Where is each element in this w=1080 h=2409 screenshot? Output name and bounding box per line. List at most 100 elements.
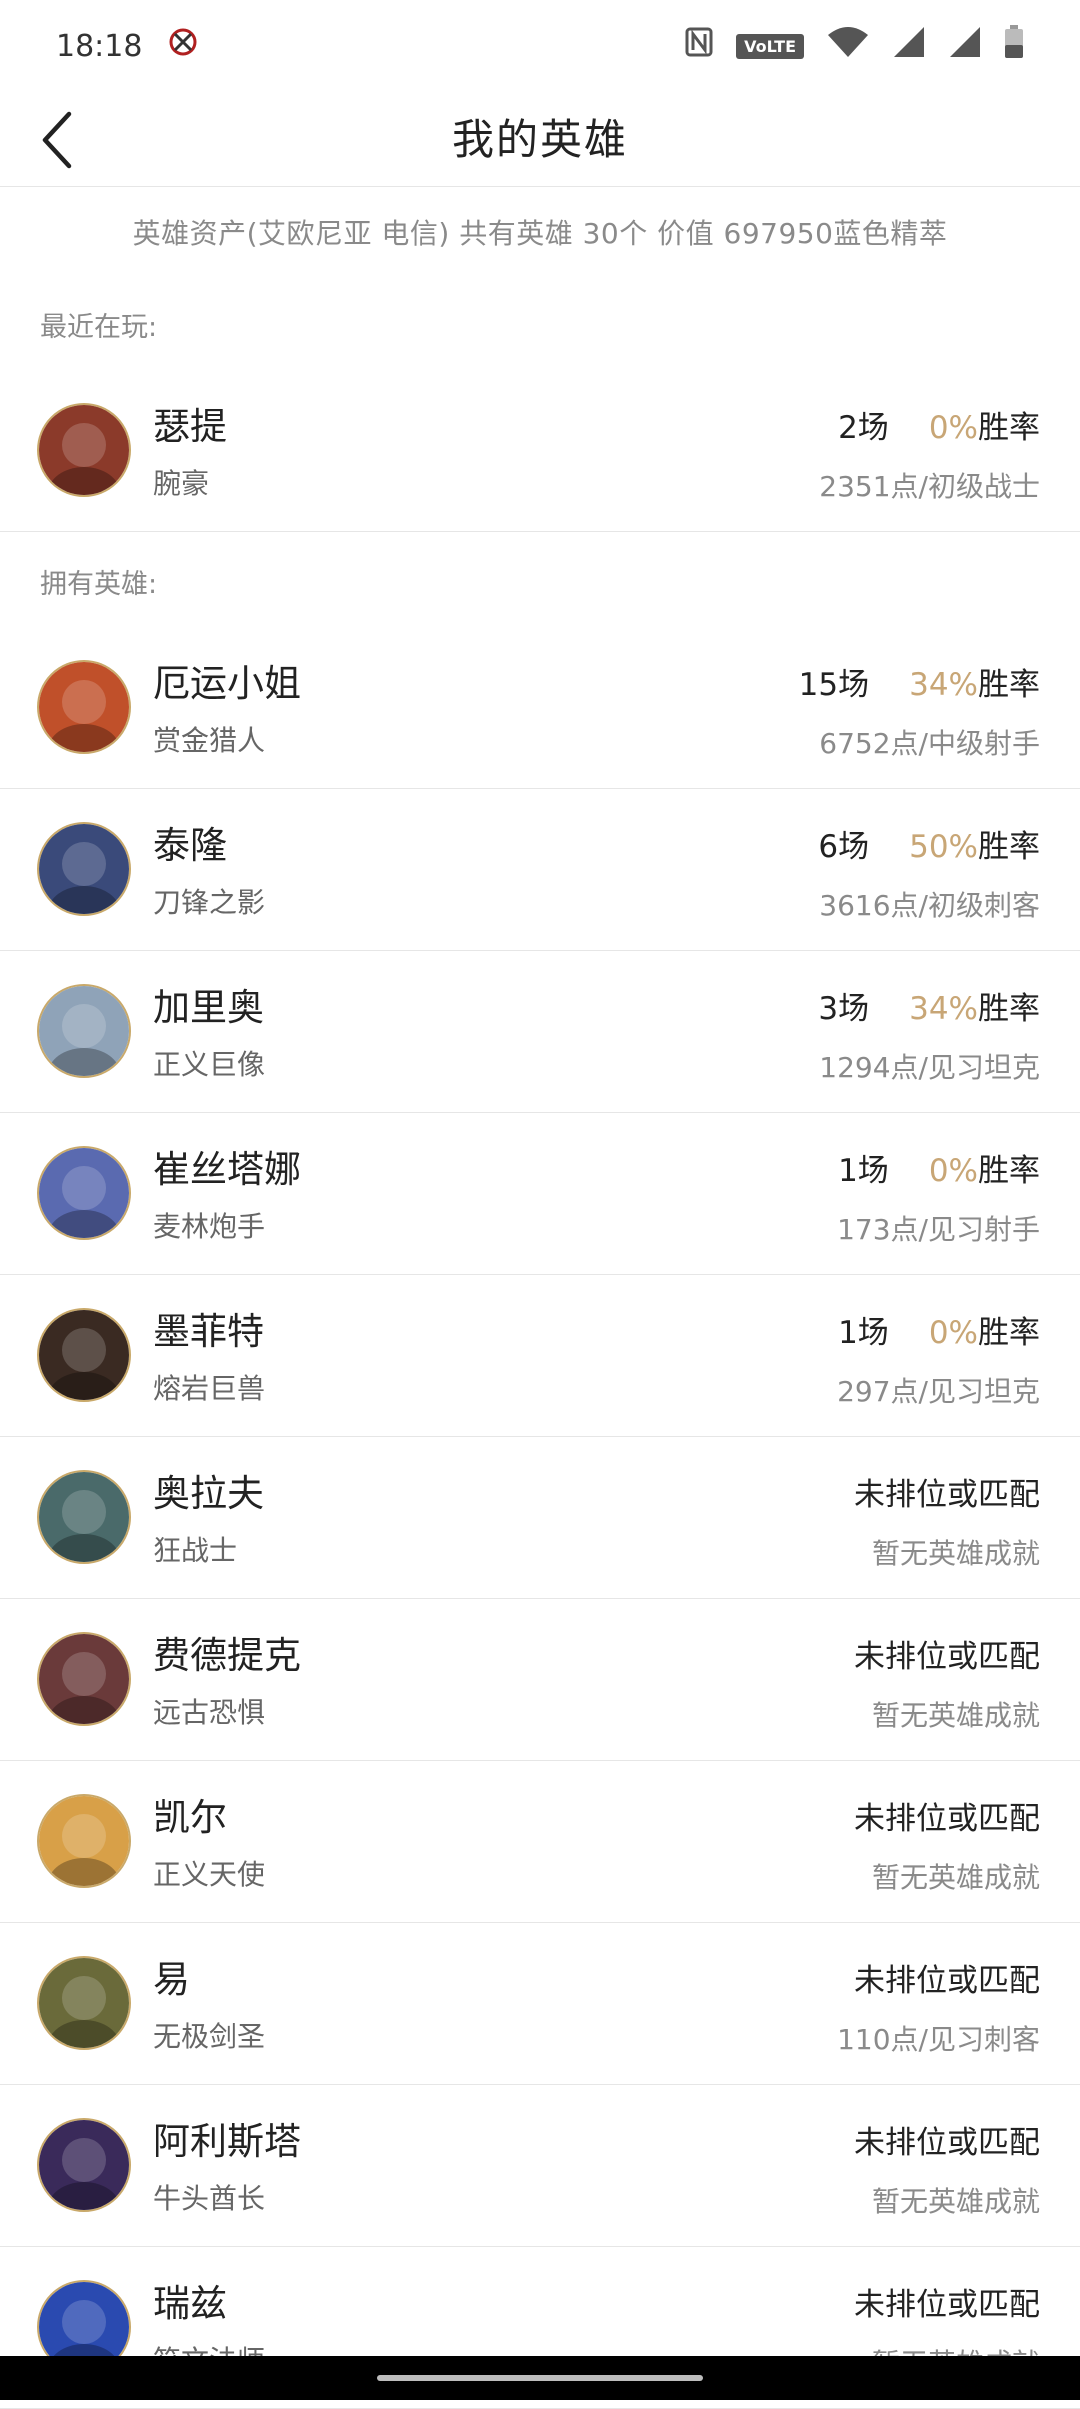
status-bar: 18:18 VoLTE <box>0 0 1080 92</box>
hero-match-status: 未排位或匹配 <box>854 1639 1040 1675</box>
hero-match-stats: 3场 34% 胜率 <box>818 983 1040 1028</box>
hero-row[interactable]: 墨菲特熔岩巨兽 1场 0% 胜率 297点/见习坦克 <box>0 1275 1080 1437</box>
owned-hero-list: 厄运小姐 赏金猎人 15场 34% 胜率 6752点/中级射手 泰隆 刀锋之影 6场 50% 胜率 3… <box>0 627 1080 2409</box>
winrate-label: 胜率 <box>978 1153 1040 1189</box>
hero-name: 泰隆 <box>153 824 227 867</box>
hero-title: 麦林炮手 <box>153 1210 266 1243</box>
winrate-label: 胜率 <box>978 829 1040 865</box>
hero-name: 墨菲特 <box>153 1310 264 1353</box>
hero-row[interactable]: 崔丝塔娜麦林炮手 1场 0% 胜率 173点/见习射手 <box>0 1113 1080 1275</box>
hero-mastery-points: 6752点/中级射手 <box>819 727 1040 760</box>
signal-icon <box>892 25 926 67</box>
games-count: 15场 <box>798 667 870 703</box>
hero-match-stats: 15场 34% 胜率 <box>799 659 1040 704</box>
hero-row[interactable]: 瑟提腕豪 2场 0% 胜率 2351点/初级战士 <box>0 370 1080 532</box>
hero-name: 阿利斯塔 <box>153 2120 301 2163</box>
games-count: 1场 <box>838 1153 889 1189</box>
hero-row[interactable]: 阿利斯塔牛头酋长 未排位或匹配暂无英雄成就 <box>0 2085 1080 2247</box>
hero-avatar <box>37 1632 131 1726</box>
hero-avatar <box>37 1794 131 1888</box>
games-count: 6场 <box>818 829 870 865</box>
navigation-bar <box>0 2356 1080 2400</box>
hero-title: 远古恐惧 <box>153 1696 266 1729</box>
hero-match-status: 未排位或匹配 <box>854 1801 1040 1837</box>
games-count: 2场 <box>838 410 889 446</box>
hero-row[interactable]: 加里奥正义巨像 3场 34% 胜率 1294点/见习坦克 <box>0 951 1080 1113</box>
owned-section-label: 拥有英雄: <box>40 569 158 600</box>
winrate-value: 0% <box>928 410 978 446</box>
hero-name: 易 <box>153 1958 190 2001</box>
winrate-label: 胜率 <box>978 991 1040 1027</box>
hero-name: 加里奥 <box>153 986 264 1029</box>
hero-avatar <box>37 2118 131 2212</box>
winrate-value: 0% <box>928 1153 978 1189</box>
hero-match-status: 未排位或匹配 <box>854 2125 1040 2161</box>
winrate-value: 34% <box>909 991 978 1027</box>
hero-row[interactable]: 费德提克 远古恐惧 未排位或匹配 暂无英雄成就 <box>0 1599 1080 1761</box>
app-notification-icon <box>166 25 200 67</box>
hero-match-status: 未排位或匹配 <box>854 2287 1040 2323</box>
hero-title: 刀锋之影 <box>153 886 266 919</box>
winrate-value: 34% <box>909 667 978 703</box>
hero-name: 凯尔 <box>153 1796 227 1839</box>
volte-icon: VoLTE <box>736 33 804 59</box>
hero-match-stats: 1场 0% 胜率 <box>838 1307 1040 1352</box>
status-time: 18:18 <box>56 28 143 64</box>
hero-row[interactable]: 泰隆刀锋之影 6场 50% 胜率 3616点/初级刺客 <box>0 789 1080 951</box>
hero-match-stats: 1场 0% 胜率 <box>838 1145 1040 1190</box>
hero-name: 奥拉夫 <box>153 1472 264 1515</box>
winrate-value: 50% <box>909 829 978 865</box>
winrate-label: 胜率 <box>978 667 1040 703</box>
hero-mastery-points: 暂无英雄成就 <box>871 1861 1040 1894</box>
hero-title: 赏金猎人 <box>153 724 266 757</box>
winrate-value: 0% <box>928 1315 978 1351</box>
hero-name: 崔丝塔娜 <box>153 1148 301 1191</box>
hero-mastery-points: 暂无英雄成就 <box>871 1537 1040 1570</box>
recent-section-label: 最近在玩: <box>40 312 158 343</box>
hero-mastery-points: 297点/见习坦克 <box>837 1375 1040 1408</box>
home-indicator[interactable] <box>377 2375 703 2381</box>
hero-row[interactable]: 厄运小姐赏金猎人 15场 34% 胜率 6752点/中级射手 <box>0 627 1080 789</box>
page-title: 我的英雄 <box>451 115 628 164</box>
games-count: 1场 <box>838 1315 889 1351</box>
hero-row[interactable]: 奥拉夫狂战士 未排位或匹配暂无英雄成就 <box>0 1437 1080 1599</box>
hero-title: 狂战士 <box>153 1534 238 1567</box>
hero-avatar <box>37 1146 131 1240</box>
signal-2-icon <box>948 25 982 67</box>
hero-title: 牛头酋长 <box>153 2182 266 2215</box>
nfc-icon <box>684 26 714 66</box>
hero-title: 正义天使 <box>153 1858 266 1891</box>
hero-name: 费德提克 <box>153 1634 301 1677</box>
hero-mastery-points: 3616点/初级刺客 <box>819 889 1040 922</box>
hero-title: 腕豪 <box>153 467 210 500</box>
hero-mastery-points: 110点/见习刺客 <box>837 2023 1040 2056</box>
hero-name: 瑞兹 <box>153 2282 227 2325</box>
winrate-label: 胜率 <box>978 410 1040 446</box>
hero-match-status: 未排位或匹配 <box>854 1963 1040 1999</box>
hero-avatar <box>37 984 131 1078</box>
hero-title: 熔岩巨兽 <box>153 1372 266 1405</box>
hero-avatar <box>37 822 131 916</box>
winrate-label: 胜率 <box>978 1315 1040 1351</box>
hero-avatar <box>37 1308 131 1402</box>
hero-name: 厄运小姐 <box>153 662 301 705</box>
hero-mastery-points: 1294点/见习坦克 <box>819 1051 1040 1084</box>
hero-row[interactable]: 凯尔正义天使 未排位或匹配暂无英雄成就 <box>0 1761 1080 1923</box>
recent-hero-list: 瑟提腕豪 2场 0% 胜率 2351点/初级战士 <box>0 370 1080 532</box>
wifi-icon <box>826 25 870 67</box>
hero-mastery-points: 暂无英雄成就 <box>871 2185 1040 2218</box>
hero-name: 瑟提 <box>153 405 227 448</box>
hero-avatar <box>37 660 131 754</box>
hero-row[interactable]: 易无极剑圣 未排位或匹配 110点/见习刺客 <box>0 1923 1080 2085</box>
hero-mastery-points: 2351点/初级战士 <box>819 470 1040 503</box>
hero-mastery-points: 173点/见习射手 <box>837 1213 1040 1246</box>
hero-match-stats: 2场 0% 胜率 <box>838 402 1040 447</box>
hero-avatar <box>37 1470 131 1564</box>
hero-match-status: 未排位或匹配 <box>854 1477 1040 1513</box>
header: 我的英雄 <box>0 92 1080 187</box>
hero-avatar <box>37 1956 131 2050</box>
hero-title: 正义巨像 <box>153 1048 266 1081</box>
hero-title: 无极剑圣 <box>153 2020 266 2053</box>
hero-match-stats: 6场 50% 胜率 <box>818 821 1040 866</box>
games-count: 3场 <box>818 991 870 1027</box>
